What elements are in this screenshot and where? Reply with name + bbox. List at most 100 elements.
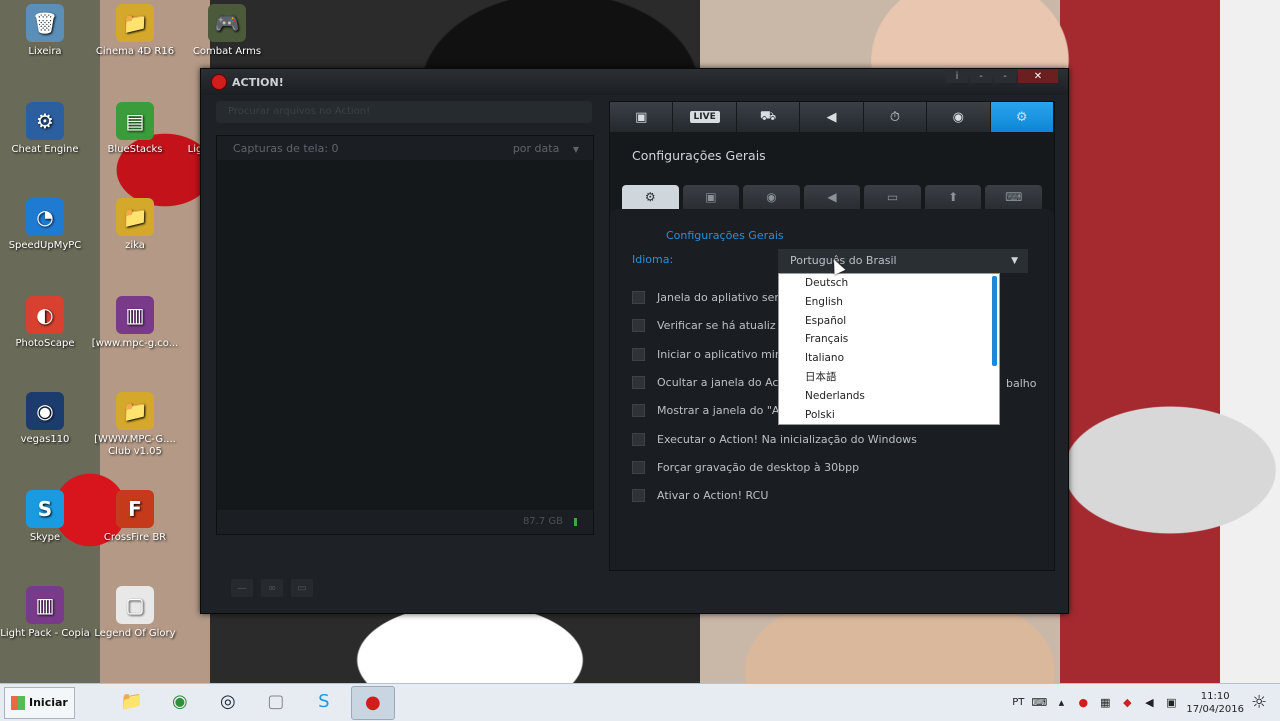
option-row[interactable]: Executar o Action! Na inicialização do W… [632, 432, 917, 446]
tab-screenshot[interactable]: ◉ [927, 102, 991, 132]
minimize-button[interactable]: - [970, 69, 992, 83]
taskbar-explorer-button[interactable]: 📁 [111, 686, 153, 718]
desktop-icon[interactable]: 📁 zika [90, 198, 180, 252]
desktop-icon[interactable]: ◔ SpeedUpMyPC [0, 198, 90, 252]
language-option[interactable]: Nederlands [779, 387, 999, 406]
close-button[interactable]: ✕ [1018, 69, 1058, 83]
tab-video[interactable]: ▣ [610, 102, 674, 132]
subtab-upload[interactable]: ⬆ [924, 185, 982, 209]
brightness-icon[interactable]: ☼ [1251, 692, 1267, 713]
option-row[interactable]: Verificar se há atualiz [632, 319, 776, 333]
language-option[interactable]: English [779, 293, 999, 312]
subtab-speaker[interactable]: ◀ [803, 185, 861, 209]
option-checkbox[interactable] [632, 319, 645, 333]
option-checkbox[interactable] [632, 291, 645, 304]
desktop-icon-label: Combat Arms [192, 46, 262, 57]
app-icon: ◉ [26, 392, 64, 430]
desktop-icon[interactable]: S Skype [0, 490, 90, 544]
tab-live[interactable]: LIVE [673, 102, 737, 132]
desktop-icon[interactable]: 📁 [WWW.MPC-G.... Club v1.05 [90, 392, 180, 458]
system-tray: PT ⌨ ▴ ● ▦ ◆ ◀ ▣ 11:10 17/04/2016 ☼ [1012, 684, 1280, 721]
desktop-icon[interactable]: ◐ PhotoScape [0, 296, 90, 350]
app-icon: ⚙ [26, 102, 64, 140]
taskbar-action-button[interactable]: ● [350, 685, 395, 720]
mcafee-icon[interactable]: ◆ [1120, 696, 1134, 710]
option-row[interactable]: Ativar o Action! RCU [632, 489, 768, 503]
language-option[interactable]: Italiano [779, 349, 999, 368]
taskbar: Iniciar 📁 ◉ ◎ ▢ S ● PT ⌨ ▴ ● ▦ ◆ ◀ ▣ 11:10 17… [0, 683, 1280, 721]
option-label: Forçar gravação de desktop à 30bpp [657, 460, 860, 474]
option-checkbox[interactable] [632, 404, 645, 418]
captures-panel: Procurar arquivos no Action! Capturas de… [216, 101, 594, 569]
action-tray-icon[interactable]: ● [1076, 696, 1090, 710]
language-option[interactable]: Español [779, 312, 999, 331]
desktop-icon[interactable]: ▥ Light Pack - Copia [0, 586, 90, 640]
gamepad-icon: ⛟ [759, 108, 777, 124]
language-select[interactable]: Português do Brasil ▼ [778, 249, 1028, 273]
captures-count: Capturas de tela: 0 [233, 141, 339, 155]
option-row[interactable]: Mostrar a janela do "A [632, 404, 779, 418]
taskbar-chrome-button[interactable]: ◉ [159, 686, 201, 718]
option-checkbox[interactable] [632, 375, 645, 389]
info-button[interactable]: i [946, 69, 968, 83]
tab-settings[interactable]: ⚙ [990, 102, 1054, 132]
taskbar-skype-button[interactable]: S [303, 686, 345, 718]
subtab-keyboard[interactable]: ⌨ [985, 185, 1043, 209]
desktop-icon-label: Cinema 4D R16 [95, 46, 175, 57]
clock[interactable]: 11:10 17/04/2016 [1186, 690, 1244, 716]
desktop-icon[interactable]: F CrossFire BR [90, 490, 180, 544]
dropdown-scrollbar[interactable] [992, 276, 997, 366]
language-option[interactable]: Polski [779, 406, 999, 425]
option-row[interactable]: Iniciar o aplicativo min [632, 347, 782, 361]
option-checkbox[interactable] [632, 489, 645, 503]
language-indicator[interactable]: PT [1012, 697, 1024, 708]
subtab-video[interactable]: ▣ [682, 185, 740, 209]
skype-icon: S [318, 691, 330, 712]
delete-icon[interactable]: — [231, 579, 253, 597]
option-checkbox[interactable] [632, 460, 645, 474]
keyboard-icon[interactable]: ⌨ [1031, 696, 1047, 710]
language-option[interactable]: Deutsch [779, 274, 999, 293]
captures-list[interactable]: Capturas de tela: 0 por data ▼ 87.7 GB [216, 135, 594, 535]
tab-audio[interactable]: ◀ [800, 102, 864, 132]
language-dropdown[interactable]: Deutsch English Español Français Italiano 日本語… [778, 273, 1000, 425]
desktop-icon[interactable]: ▥ [www.mpc-g.co... [90, 296, 180, 350]
speaker-icon: ◀ [827, 190, 837, 204]
start-button[interactable]: Iniciar [4, 686, 75, 719]
desktop-icon[interactable]: 📁 Cinema 4D R16 [90, 4, 180, 58]
desktop-icon[interactable]: ▢ Legend Of Glory [90, 586, 180, 640]
volume-icon[interactable]: ◀ [1142, 696, 1156, 710]
desktop-icon[interactable]: 🎮 Combat Arms [182, 4, 272, 58]
desktop-icon[interactable]: 🗑 Lixeira [0, 4, 90, 58]
chevron-up-icon[interactable]: ▴ [1054, 696, 1068, 710]
tab-benchmark[interactable]: ⏱ [863, 102, 928, 132]
option-row[interactable]: Janela do apliativo ser [632, 291, 779, 304]
desktop-icon[interactable]: ⚙ Cheat Engine [0, 102, 90, 156]
search-input[interactable]: Procurar arquivos no Action! [216, 101, 592, 123]
option-checkbox[interactable] [632, 347, 645, 361]
network-icon[interactable]: ▦ [1098, 696, 1112, 710]
taskbar-steam-button[interactable]: ◎ [207, 686, 249, 718]
subtab-webcam[interactable]: ◉ [743, 185, 800, 209]
option-checkbox[interactable] [632, 432, 645, 446]
folder-icon[interactable]: ▭ [291, 579, 313, 597]
display-icon[interactable]: ▣ [1164, 696, 1178, 710]
subtab-gear[interactable]: ⚙ [622, 185, 679, 209]
link-icon[interactable]: ∞ [261, 579, 283, 597]
disk-indicator-icon [574, 518, 577, 526]
desktop-icon[interactable]: ◉ vegas110 [0, 392, 90, 446]
window-titlebar[interactable]: ACTION! i - - ✕ [201, 69, 1068, 95]
subtab-monitor[interactable]: ▭ [864, 185, 921, 209]
app-icon: S [26, 490, 64, 528]
taskbar-notepad-button[interactable]: ▢ [255, 686, 297, 718]
sort-dropdown[interactable]: por data ▼ [513, 142, 579, 155]
option-label: Ocultar a janela do Ac [657, 375, 779, 389]
option-row[interactable]: Ocultar a janela do Ac [632, 375, 779, 389]
gear-icon: ⚙ [1015, 109, 1028, 125]
tab-game[interactable]: ⛟ [736, 102, 801, 132]
desktop-icon-label: CrossFire BR [103, 532, 167, 543]
option-row[interactable]: Forçar gravação de desktop à 30bpp [632, 460, 860, 474]
language-option[interactable]: 日本語 [779, 368, 999, 387]
restore-button[interactable]: - [994, 69, 1016, 83]
language-option[interactable]: Français [779, 330, 999, 349]
